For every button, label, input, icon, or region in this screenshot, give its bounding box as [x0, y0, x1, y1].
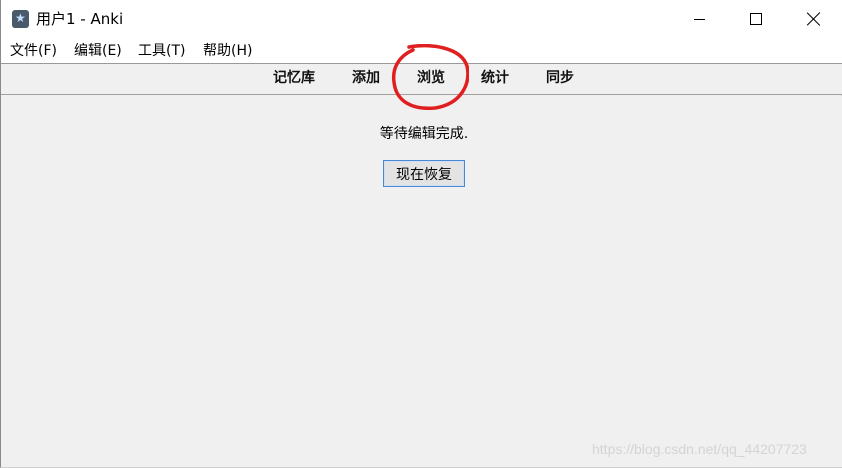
toolbar-decks-link[interactable]: 记忆库: [273, 70, 315, 87]
menu-edit[interactable]: 编辑(E): [74, 43, 122, 60]
menu-file[interactable]: 文件(F): [10, 43, 57, 60]
title-bar[interactable]: ★ 用户1 - Anki: [1, 0, 842, 38]
toolbar-stats-link[interactable]: 统计: [481, 70, 509, 87]
anki-star-icon: ★: [12, 10, 29, 28]
minimize-button[interactable]: [676, 0, 722, 38]
toolbar-add-link[interactable]: 添加: [352, 70, 380, 87]
maximize-button[interactable]: [733, 0, 779, 38]
minimize-icon: [693, 18, 705, 20]
close-icon: [807, 12, 821, 26]
close-button[interactable]: [791, 0, 837, 38]
status-message: 等待编辑完成.: [379, 126, 469, 142]
menu-help[interactable]: 帮助(H): [203, 43, 252, 60]
watermark-text: https://blog.csdn.net/qq_44207723: [592, 441, 807, 457]
resume-now-button[interactable]: 现在恢复: [383, 160, 465, 187]
toolbar-sync-link[interactable]: 同步: [546, 70, 574, 87]
window-title: 用户1 - Anki: [36, 10, 124, 28]
toolbar-browse-link[interactable]: 浏览: [417, 70, 445, 87]
anki-main-window: ★ 用户1 - Anki 文件(F) 编辑(E) 工具(T) 帮助(H) 记忆库…: [0, 0, 842, 468]
main-content: 等待编辑完成. 现在恢复: [2, 96, 842, 467]
menu-bar: 文件(F) 编辑(E) 工具(T) 帮助(H): [1, 38, 842, 64]
main-toolbar: 记忆库 添加 浏览 统计 同步: [1, 64, 842, 95]
menu-tools[interactable]: 工具(T): [138, 43, 185, 60]
maximize-icon: [750, 13, 762, 25]
